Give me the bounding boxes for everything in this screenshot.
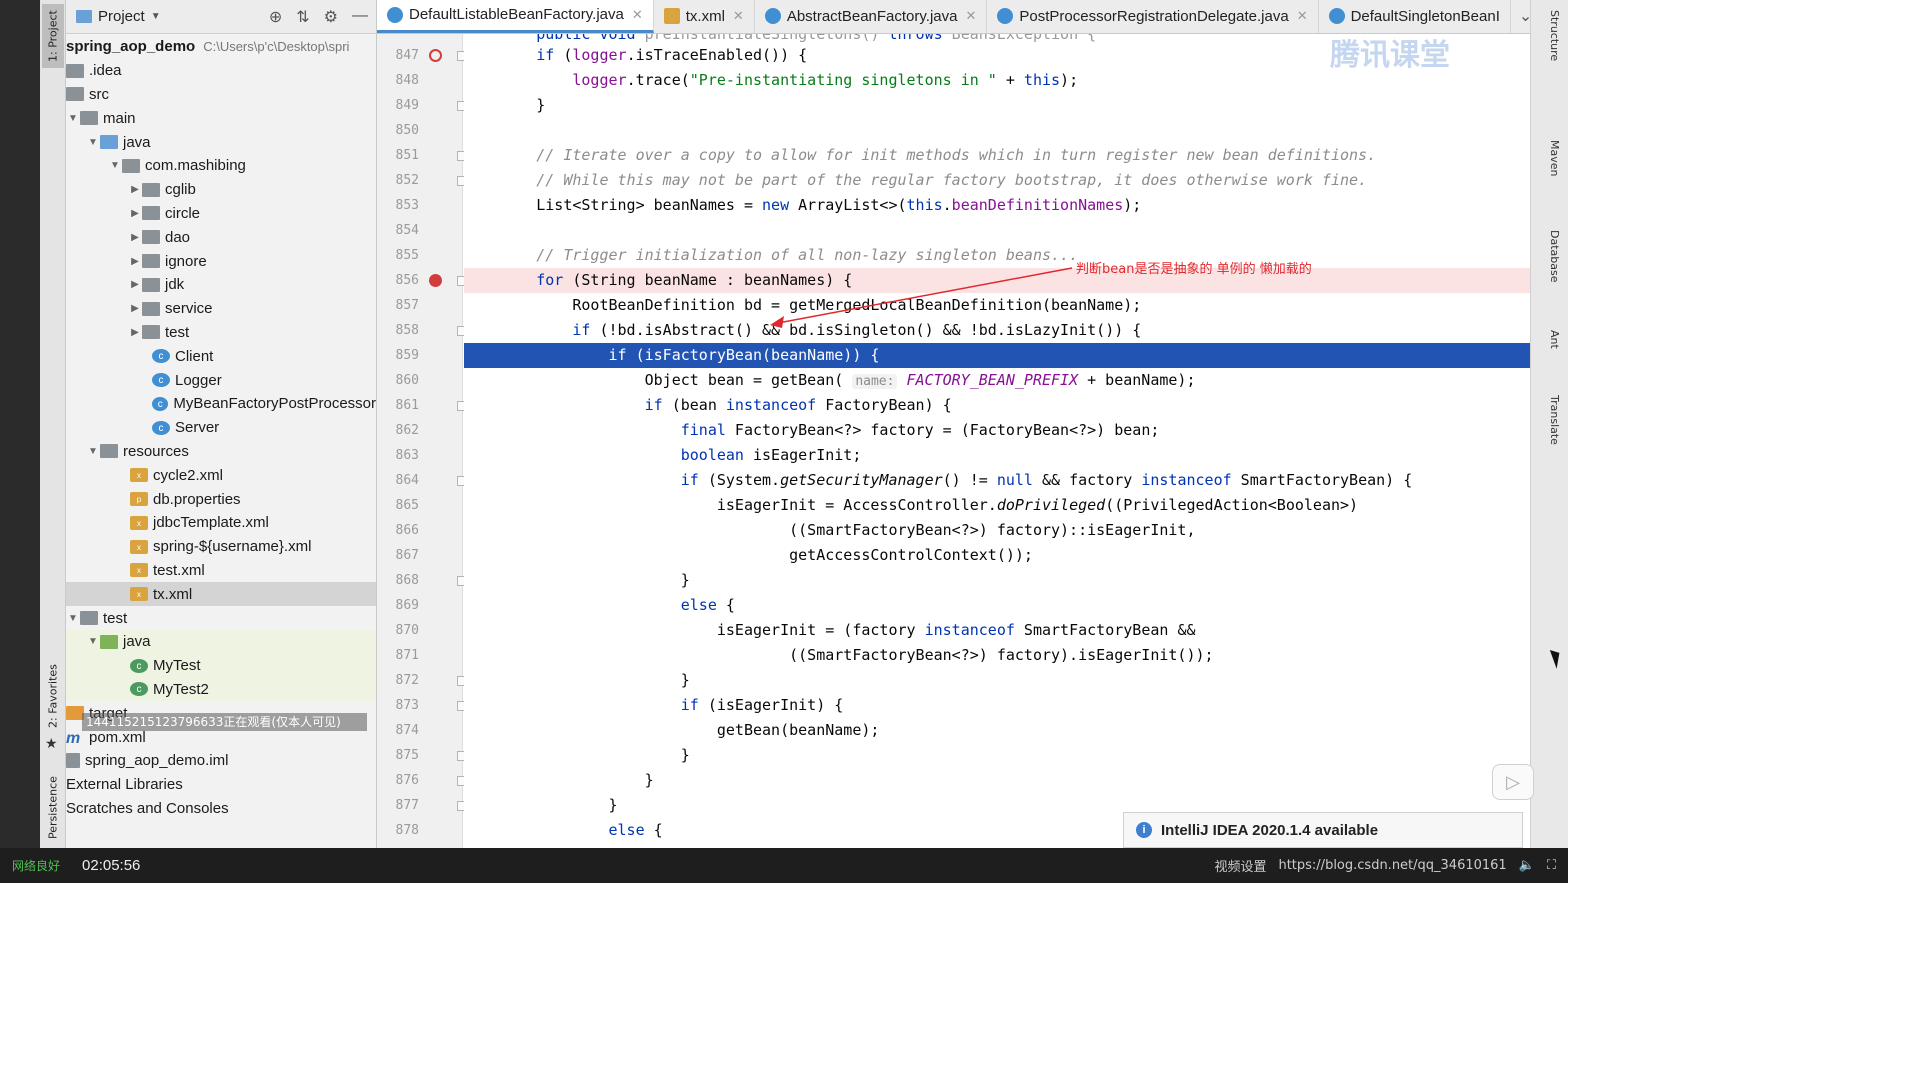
info-icon: i [1136, 822, 1152, 838]
tool-tab-maven[interactable]: Maven [1539, 140, 1561, 176]
volume-icon[interactable]: 🔈 [1519, 858, 1535, 873]
tool-tab-translate[interactable]: Translate [1539, 395, 1561, 445]
notification-text: IntelliJ IDEA 2020.1.4 available [1161, 821, 1379, 839]
video-settings-button[interactable]: 视频设置 [1214, 856, 1266, 875]
play-icon[interactable]: ▷ [1492, 764, 1534, 800]
ide-window: 1: Project 2: Favorites ★ Persistence Pr… [0, 0, 1568, 883]
url-watermark: https://blog.csdn.net/qq_34610161 [1278, 858, 1507, 873]
annotation-arrow [770, 267, 1073, 328]
video-player-bar: 网络良好 02:05:56 视频设置 https://blog.csdn.net… [0, 848, 1568, 883]
annotation-text: 判断bean是否是抽象的 单例的 懒加载的 [1076, 262, 1312, 277]
watermark-logo: 腾讯课堂 [1330, 38, 1450, 73]
playback-time: 02:05:56 [82, 857, 141, 874]
right-tool-strip: Structure Maven Database Ant Translate [1530, 0, 1568, 848]
network-status: 网络良好 [12, 859, 61, 873]
tool-tab-structure[interactable]: Structure [1539, 10, 1561, 61]
fullscreen-icon[interactable]: ⛶ [1547, 858, 1556, 873]
tool-tab-ant[interactable]: Ant [1539, 330, 1561, 349]
update-notification[interactable]: i IntelliJ IDEA 2020.1.4 available [1123, 812, 1523, 848]
tool-tab-database[interactable]: Database [1539, 230, 1561, 283]
